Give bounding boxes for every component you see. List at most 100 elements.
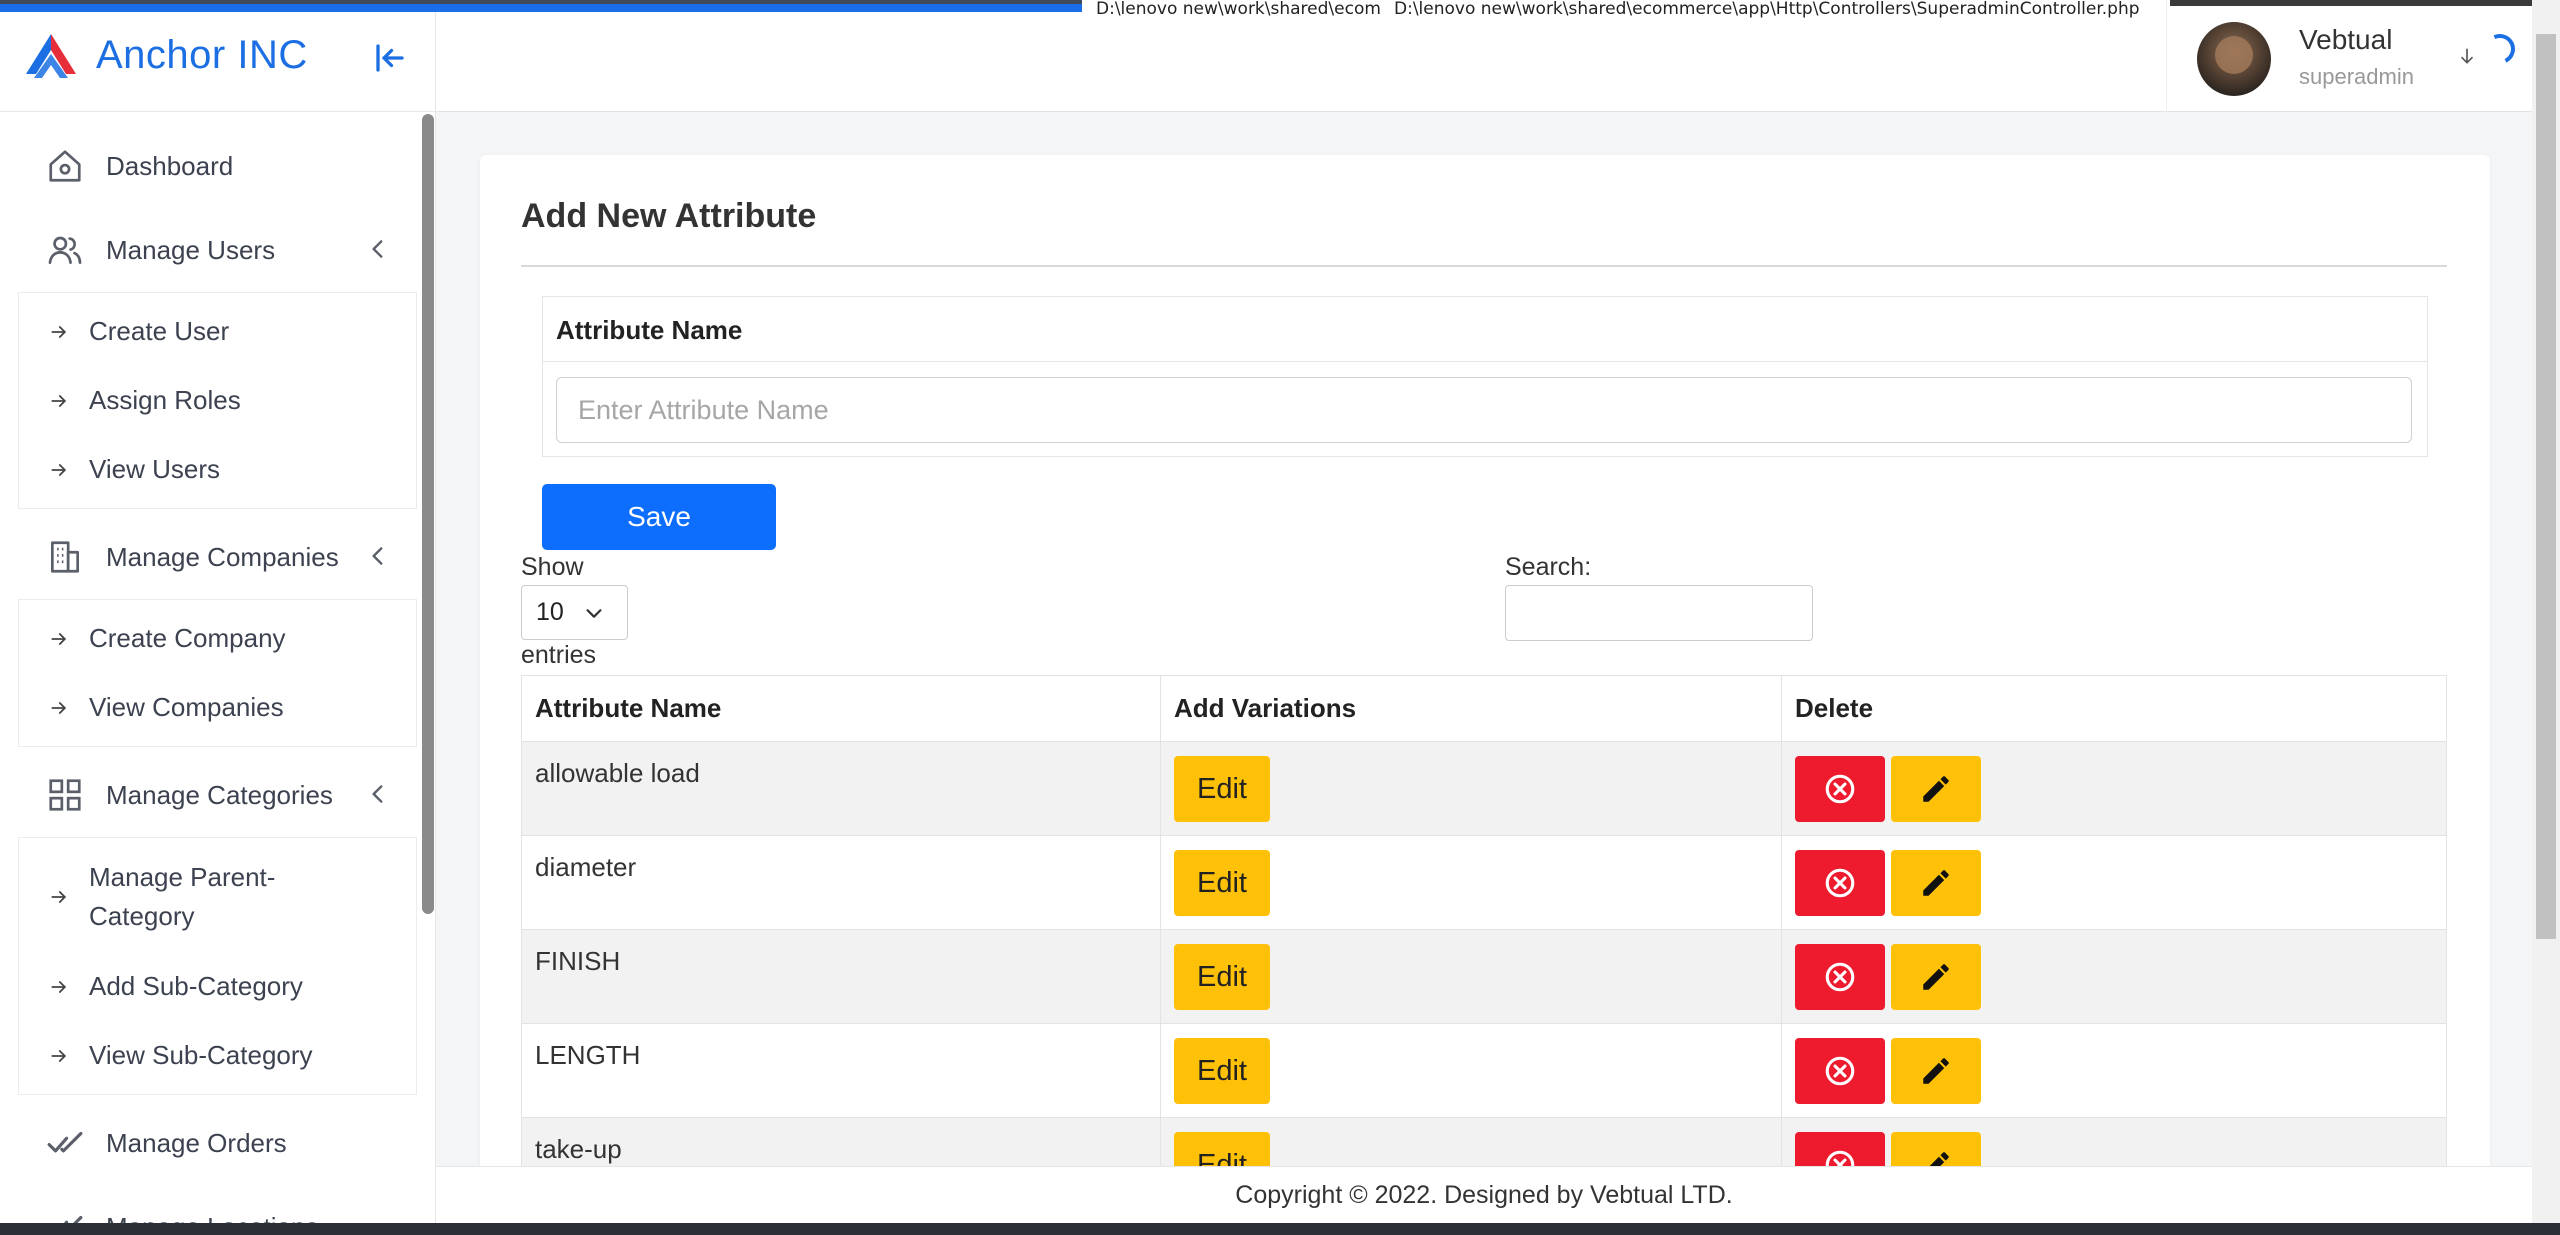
table-body: allowable load Edit diameter Edit FINISH Edit… — [521, 741, 2447, 1212]
sidebar-item-manage-categories[interactable]: Manage Categories — [18, 753, 417, 837]
delete-cell — [1781, 929, 2447, 1024]
form-divider — [543, 361, 2427, 362]
close-circle-icon — [1825, 1056, 1855, 1086]
sidebar-item-view-users[interactable]: View Users — [19, 435, 416, 504]
edit-attribute-button[interactable] — [1891, 1038, 1981, 1104]
attribute-name-cell: FINISH — [521, 929, 1161, 1024]
edit-attribute-button[interactable] — [1891, 944, 1981, 1010]
page-scrollbar-thumb[interactable] — [2536, 34, 2556, 939]
delete-button[interactable] — [1795, 850, 1885, 916]
sidebar-item-add-sub-category[interactable]: Add Sub-Category — [19, 952, 416, 1021]
attribute-card: Add New Attribute Attribute Name Save Sh… — [480, 155, 2490, 1235]
edit-variations-button[interactable]: Edit — [1174, 944, 1270, 1010]
delete-button[interactable] — [1795, 1038, 1885, 1104]
save-button[interactable]: Save — [542, 484, 776, 550]
debug-path-text: D:\lenovo new\work\shared\ecommerce\app\… — [1096, 0, 1380, 18]
add-variations-cell: Edit — [1160, 929, 1782, 1024]
add-variations-cell: Edit — [1160, 741, 1782, 836]
delete-cell — [1781, 1023, 2447, 1118]
edit-attribute-button[interactable] — [1891, 850, 1981, 916]
sidebar-item-view-companies[interactable]: View Companies — [19, 673, 416, 742]
delete-button[interactable] — [1795, 756, 1885, 822]
attribute-name-label: Attribute Name — [556, 315, 743, 345]
search-label: Search: — [1505, 553, 1592, 581]
debug-path-text: D:\lenovo new\work\shared\ecommerce\app\… — [1394, 0, 2140, 18]
submenu-companies: Create Company View Companies — [18, 599, 417, 747]
chevron-down-icon — [586, 609, 602, 618]
arrow-right-icon — [51, 980, 66, 993]
arrow-right-icon — [51, 1049, 66, 1062]
user-role: superadmin — [2299, 64, 2414, 89]
add-variations-cell: Edit — [1160, 835, 1782, 930]
show-label: Show — [521, 553, 584, 581]
pencil-icon — [1923, 870, 1949, 896]
submenu-categories: Manage Parent-Category Add Sub-Category … — [18, 837, 417, 1095]
sidebar-nav: Dashboard Manage Users Create User Assig… — [0, 112, 435, 1235]
top-strip — [2170, 0, 2532, 6]
sidebar-item-label: Manage Companies — [106, 541, 339, 572]
home-icon — [49, 150, 81, 182]
column-header-attribute-name[interactable]: Attribute Name — [521, 675, 1161, 742]
submenu-users: Create User Assign Roles View Users — [18, 292, 417, 509]
sidebar-item-label: Assign Roles — [89, 385, 241, 415]
chevron-left-icon — [372, 785, 383, 803]
arrow-down-icon[interactable] — [2457, 46, 2477, 66]
attribute-name-cell: diameter — [521, 835, 1161, 930]
table-row: diameter Edit — [521, 835, 2447, 930]
sidebar-item-manage-parent-category[interactable]: Manage Parent-Category — [19, 842, 416, 952]
edit-variations-button[interactable]: Edit — [1174, 756, 1270, 822]
add-variations-cell: Edit — [1160, 1023, 1782, 1118]
attributes-table: Attribute Name Add Variations Delete all… — [521, 675, 2447, 1212]
table-header-row: Attribute Name Add Variations Delete — [521, 675, 2447, 742]
sidebar-item-create-user[interactable]: Create User — [19, 297, 416, 366]
sidebar-item-manage-orders[interactable]: Manage Orders — [18, 1101, 417, 1185]
sidebar-item-manage-users[interactable]: Manage Users — [18, 208, 417, 292]
sidebar-item-dashboard[interactable]: Dashboard — [18, 124, 417, 208]
sidebar-item-label: Create Company — [89, 623, 286, 653]
sidebar-item-label: Manage Users — [106, 234, 276, 265]
arrow-right-icon — [51, 701, 66, 714]
arrow-right-icon — [51, 463, 66, 476]
users-icon — [48, 236, 82, 265]
footer: Copyright © 2022. Designed by Vebtual LT… — [436, 1166, 2532, 1223]
avatar[interactable] — [2197, 22, 2271, 96]
sidebar-item-view-sub-category[interactable]: View Sub-Category — [19, 1021, 416, 1090]
delete-button[interactable] — [1795, 944, 1885, 1010]
edit-variations-button[interactable]: Edit — [1174, 1038, 1270, 1104]
collapse-sidebar-icon[interactable] — [372, 40, 408, 76]
table-row: allowable load Edit — [521, 741, 2447, 836]
table-row: LENGTH Edit — [521, 1023, 2447, 1118]
sidebar-item-label: View Users — [89, 454, 221, 484]
brand-name: Anchor INC — [96, 33, 308, 77]
page-size-select[interactable]: 10 — [521, 585, 628, 640]
sidebar-item-label: Create User — [89, 316, 230, 346]
pencil-icon — [1923, 1058, 1949, 1084]
sidebar-item-assign-roles[interactable]: Assign Roles — [19, 366, 416, 435]
double-check-icon — [47, 1131, 83, 1153]
sidebar-item-label: Manage Parent-Category — [89, 862, 276, 931]
close-circle-icon — [1825, 774, 1855, 804]
column-header-delete[interactable]: Delete — [1781, 675, 2447, 742]
building-icon — [50, 541, 80, 573]
sidebar-item-manage-companies[interactable]: Manage Companies — [18, 515, 417, 599]
pencil-icon — [1923, 776, 1949, 802]
edit-attribute-button[interactable] — [1891, 756, 1981, 822]
edit-variations-button[interactable]: Edit — [1174, 850, 1270, 916]
arrow-right-icon — [51, 394, 66, 407]
column-header-add-variations[interactable]: Add Variations — [1160, 675, 1782, 742]
sidebar-item-label: Manage Categories — [106, 779, 333, 810]
brand[interactable]: Anchor INC — [0, 0, 435, 112]
sidebar-item-create-company[interactable]: Create Company — [19, 604, 416, 673]
sidebar-scrollbar[interactable] — [422, 114, 434, 914]
attribute-name-input[interactable] — [556, 377, 2412, 443]
search-input[interactable] — [1505, 585, 1813, 641]
user-name: Vebtual — [2299, 24, 2393, 55]
chevron-left-icon — [372, 240, 383, 258]
grid-icon — [49, 779, 81, 811]
user-menu[interactable]: Vebtual superadmin — [2166, 0, 2534, 112]
attribute-form: Attribute Name — [542, 296, 2428, 457]
sidebar-item-label: Manage Orders — [106, 1127, 287, 1158]
close-circle-icon — [1825, 962, 1855, 992]
close-circle-icon — [1825, 868, 1855, 898]
chevron-left-icon — [372, 547, 383, 565]
